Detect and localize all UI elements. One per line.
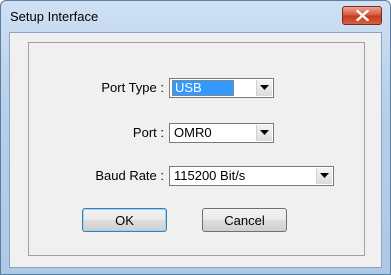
port-type-value: USB [172, 80, 234, 96]
dialog-title: Setup Interface [10, 9, 99, 24]
ok-button[interactable]: OK [82, 208, 167, 232]
port-label: Port : [132, 125, 164, 140]
baud-rate-value: 115200 Bit/s [174, 168, 246, 183]
baud-rate-label: Baud Rate : [95, 168, 164, 183]
setup-interface-dialog: Setup Interface Port Type : USB Port : O… [0, 0, 391, 275]
port-type-dropdown-button[interactable] [256, 80, 272, 96]
port-dropdown-button[interactable] [256, 125, 272, 141]
port-type-label: Port Type : [101, 80, 164, 95]
title-bar[interactable]: Setup Interface [1, 1, 390, 31]
close-button[interactable] [342, 6, 382, 25]
dialog-client-area: Port Type : USB Port : OMR0 Baud Rate: … [9, 32, 382, 268]
settings-group-box: Port Type : USB Port : OMR0 Baud Rate: … [28, 42, 365, 256]
port-select[interactable]: OMR0 [169, 123, 274, 143]
port-value: OMR0 [174, 125, 212, 140]
cancel-button[interactable]: Cancel [202, 208, 287, 232]
baud-rate-dropdown-button[interactable] [316, 168, 332, 184]
port-type-select[interactable]: USB [169, 78, 274, 98]
baud-rate-select[interactable]: 115200 Bit/s [169, 166, 334, 186]
